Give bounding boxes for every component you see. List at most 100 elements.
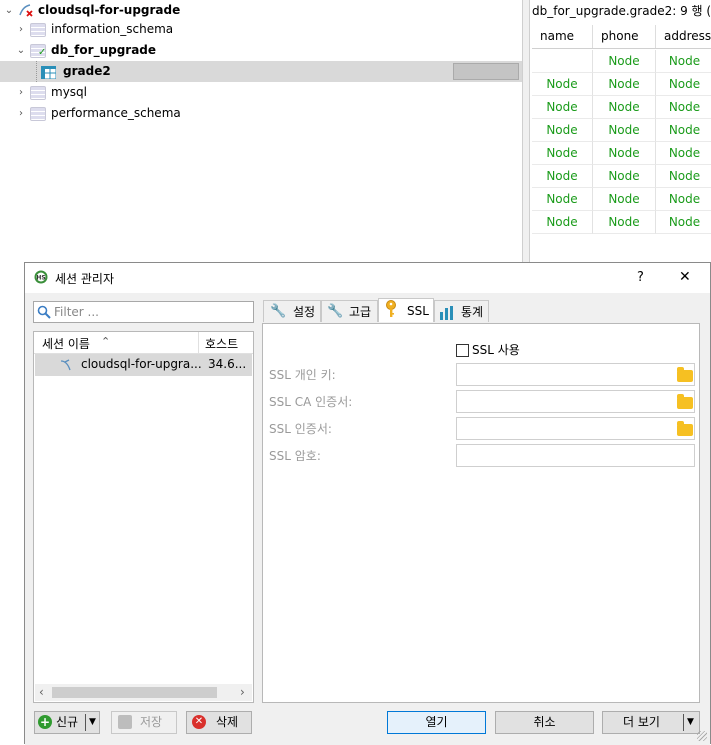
- column-header-host[interactable]: 호스트: [205, 335, 238, 352]
- session-list[interactable]: 세션 이름 ⌃ 호스트 cloudsql-for-upgra... 34.6..…: [33, 331, 254, 703]
- tree-item-database[interactable]: ⌄ ✓ db_for_upgrade: [0, 40, 522, 61]
- dialog-title: 세션 관리자: [55, 272, 115, 286]
- tree-item-database[interactable]: › performance_schema: [0, 103, 522, 124]
- tree-item-database[interactable]: › mysql: [0, 82, 522, 103]
- table-cell[interactable]: Node: [656, 211, 711, 234]
- sort-asc-icon: ⌃: [101, 335, 111, 348]
- column-header-session-name[interactable]: 세션 이름: [42, 335, 90, 352]
- table-cell[interactable]: Node: [532, 73, 593, 96]
- table-cell[interactable]: Node: [593, 188, 656, 211]
- ssl-use-label: SSL 사용: [472, 343, 520, 357]
- mysql-dolphin-icon: [59, 358, 75, 372]
- resize-grip-icon[interactable]: [697, 731, 707, 741]
- close-icon[interactable]: ✕: [679, 269, 691, 285]
- dialog-titlebar[interactable]: HS 세션 관리자 ? ✕: [25, 263, 710, 293]
- delete-button[interactable]: ✕ 삭제: [186, 711, 252, 734]
- chevron-right-icon[interactable]: ›: [16, 82, 26, 103]
- table-cell[interactable]: Node: [593, 142, 656, 165]
- dropdown-arrow-icon[interactable]: ▼: [687, 712, 694, 733]
- filter-input[interactable]: Filter ...: [33, 301, 254, 323]
- filter-placeholder: Filter ...: [54, 305, 99, 319]
- folder-icon[interactable]: [677, 421, 693, 436]
- heidisql-app-icon: HS: [34, 270, 48, 284]
- table-cell[interactable]: Node: [532, 188, 593, 211]
- tree-item-database[interactable]: › information_schema: [0, 19, 522, 40]
- folder-icon[interactable]: [677, 394, 693, 409]
- table-cell[interactable]: Node: [656, 142, 711, 165]
- cancel-button[interactable]: 취소: [495, 711, 594, 734]
- scroll-left-icon[interactable]: ‹: [39, 685, 44, 699]
- pane-splitter[interactable]: [522, 0, 530, 262]
- dialog-body: Filter ... 세션 이름 ⌃ 호스트 cloudsql-for-upgr…: [25, 293, 710, 745]
- delete-button-label: 삭제: [216, 715, 239, 729]
- new-button-label: 신규: [56, 715, 79, 729]
- session-name: cloudsql-for-upgra...: [81, 357, 202, 371]
- scrollbar-thumb[interactable]: [52, 687, 217, 698]
- open-button[interactable]: 열기: [387, 711, 486, 734]
- add-icon: +: [38, 715, 52, 729]
- database-icon: [30, 107, 46, 121]
- column-header-phone[interactable]: phone: [593, 25, 656, 48]
- new-button[interactable]: + 신규 ▼: [34, 711, 100, 734]
- ssl-tab-panel: SSL 사용 SSL 개인 키: SSL CA 인증서: SSL 인증서: SS…: [262, 323, 700, 703]
- ssl-cert-input[interactable]: [456, 417, 695, 440]
- table-cell[interactable]: Node: [532, 119, 593, 142]
- mysql-connection-icon: [18, 3, 34, 18]
- table-cell[interactable]: Node: [656, 165, 711, 188]
- ssl-use-checkbox[interactable]: [456, 344, 469, 357]
- button-split-divider: [683, 714, 684, 731]
- chevron-down-icon[interactable]: ⌄: [4, 0, 14, 21]
- column-header-address[interactable]: address: [656, 25, 711, 48]
- column-divider: [198, 332, 199, 353]
- button-split-divider: [85, 714, 86, 731]
- session-row[interactable]: cloudsql-for-upgra... 34.6...: [35, 354, 252, 376]
- tab-statistics[interactable]: 통계: [434, 300, 489, 322]
- save-button[interactable]: 저장: [111, 711, 177, 734]
- table-cell[interactable]: Node: [593, 165, 656, 188]
- table-cell[interactable]: Node: [656, 188, 711, 211]
- table-cell[interactable]: Node: [532, 96, 593, 119]
- tab-settings[interactable]: 🔧 설정: [263, 300, 321, 322]
- tree-item-table[interactable]: grade2: [0, 61, 522, 82]
- table-cell[interactable]: Node: [593, 211, 656, 234]
- ssl-private-key-input[interactable]: [456, 363, 695, 386]
- dropdown-arrow-icon[interactable]: ▼: [89, 712, 96, 733]
- help-button[interactable]: ?: [637, 270, 644, 285]
- table-icon: [40, 65, 57, 80]
- session-manager-dialog: HS 세션 관리자 ? ✕ Filter ... 세션 이름 ⌃ 호스트 clo…: [24, 262, 711, 745]
- table-cell[interactable]: Node: [656, 50, 711, 73]
- bar-chart-icon: [439, 305, 455, 320]
- tab-advanced[interactable]: 🔧 고급: [321, 300, 378, 322]
- scroll-right-icon[interactable]: ›: [240, 685, 245, 699]
- search-icon: [37, 305, 51, 319]
- tree-item-label: mysql: [51, 85, 87, 99]
- ssl-cipher-input[interactable]: [456, 444, 695, 467]
- ssl-cert-label: SSL 인증서:: [269, 422, 332, 436]
- table-cell[interactable]: [532, 50, 593, 73]
- table-cell[interactable]: Node: [532, 211, 593, 234]
- column-header-name[interactable]: name: [532, 25, 593, 48]
- table-cell[interactable]: Node: [656, 96, 711, 119]
- table-cell[interactable]: Node: [593, 96, 656, 119]
- table-cell[interactable]: Node: [656, 119, 711, 142]
- table-cell[interactable]: Node: [593, 50, 656, 73]
- chevron-right-icon[interactable]: ›: [16, 103, 26, 124]
- table-cell[interactable]: Node: [593, 73, 656, 96]
- tree-item-connection[interactable]: ⌄ cloudsql-for-upgrade: [0, 0, 522, 21]
- ssl-ca-cert-input[interactable]: [456, 390, 695, 413]
- tab-ssl[interactable]: SSL: [378, 298, 434, 322]
- horizontal-scrollbar[interactable]: ‹ ›: [35, 684, 252, 701]
- tree-item-label: performance_schema: [51, 106, 181, 120]
- tree-guide: [30, 61, 37, 82]
- table-cell[interactable]: Node: [532, 142, 593, 165]
- chevron-down-icon[interactable]: ⌄: [16, 40, 26, 61]
- tree-item-label: grade2: [63, 64, 111, 78]
- table-cell[interactable]: Node: [656, 73, 711, 96]
- table-cell[interactable]: Node: [532, 165, 593, 188]
- key-icon: [385, 300, 397, 318]
- folder-icon[interactable]: [677, 367, 693, 382]
- tab-label: SSL: [407, 304, 429, 318]
- chevron-right-icon[interactable]: ›: [16, 19, 26, 40]
- more-button[interactable]: 더 보기 ▼: [602, 711, 700, 734]
- table-cell[interactable]: Node: [593, 119, 656, 142]
